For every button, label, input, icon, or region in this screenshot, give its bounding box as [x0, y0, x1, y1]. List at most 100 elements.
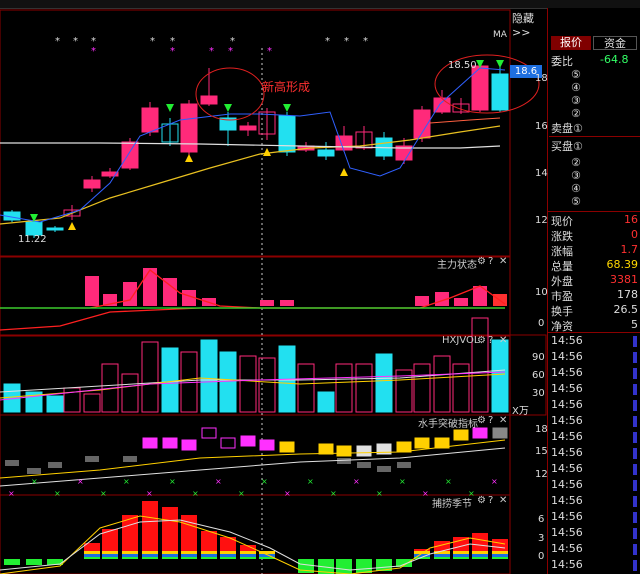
- star-marker-1: *: [73, 36, 78, 47]
- panel1-help-icon[interactable]: ?: [488, 256, 493, 267]
- panel1-close-icon[interactable]: ✕: [499, 256, 507, 267]
- panel3-help-icon[interactable]: ?: [488, 415, 493, 426]
- hxjvol-ytick-3: 30: [532, 388, 545, 399]
- quote-value-5: 178: [617, 288, 638, 301]
- timeline-bar-8: [633, 464, 637, 475]
- zhuli-low-line: [0, 307, 505, 331]
- quote-label-5: 市盈: [551, 290, 573, 303]
- tab-funds[interactable]: 资金: [593, 36, 637, 50]
- main-ytick-2: 16: [535, 121, 548, 132]
- jiji-stripe-g-3: [84, 557, 100, 559]
- panel3-settings-icon[interactable]: ⚙: [477, 415, 486, 426]
- tupo-box-0: [142, 437, 158, 449]
- jiji-stripe-y-22: [472, 551, 488, 554]
- vol-bar-21: [413, 363, 431, 413]
- timeline-bar-2: [633, 368, 637, 379]
- tupo-cross-17: ×: [399, 477, 406, 486]
- tupo-grey-1: [27, 468, 41, 474]
- panel4-close-icon[interactable]: ✕: [499, 495, 507, 506]
- timeline-time-5: 14:56: [551, 414, 583, 427]
- panel2-settings-icon[interactable]: ⚙: [477, 335, 486, 346]
- main-ytick-3: 14: [535, 168, 548, 179]
- panel2-close-icon[interactable]: ✕: [499, 335, 507, 346]
- zhuli-ytick-2: 0: [538, 318, 545, 329]
- vol-bar-2: [46, 395, 64, 413]
- jiji-stripe-b-23: [492, 554, 508, 557]
- timeline-bar-0: [633, 336, 637, 347]
- panel4-settings-icon[interactable]: ⚙: [477, 495, 486, 506]
- zhuli-ytick-1: 10: [535, 287, 548, 298]
- panel4-help-icon[interactable]: ?: [488, 495, 493, 506]
- timeline-bar-6: [633, 432, 637, 443]
- jiji-ytick-3: 0: [538, 551, 545, 562]
- tupo-grey-2: [48, 462, 62, 468]
- timeline-time-12: 14:56: [551, 526, 583, 539]
- weibi-label: 委比: [551, 55, 573, 68]
- vol-bar-12: [239, 355, 257, 413]
- jiji-stripe-y-7: [162, 551, 178, 554]
- jiji-stripe-y-23: [492, 551, 508, 554]
- timeline-time-13: 14:56: [551, 542, 583, 555]
- jiji-stripe-g-23: [492, 557, 508, 559]
- tupo-box-17: [492, 427, 508, 439]
- jiji-stripe-b-20: [434, 554, 450, 557]
- quote-value-3: 68.39: [606, 258, 639, 271]
- quote-label-0: 现价: [551, 215, 573, 228]
- jiji-bar-1: [26, 559, 42, 565]
- highlight-circle-1: [195, 67, 265, 121]
- jiji-stripe-g-7: [162, 557, 178, 559]
- timeline-time-8: 14:56: [551, 462, 583, 475]
- timeline-time-11: 14:56: [551, 510, 583, 523]
- vol-bar-17: [335, 363, 353, 413]
- vol-bar-15: [297, 363, 315, 413]
- price-low-label: 11.22: [18, 234, 47, 245]
- panel-title-hxjvol: HXJVOL: [442, 335, 480, 346]
- jiji-stripe-b-5: [122, 554, 138, 557]
- timeline-bar-9: [633, 480, 637, 491]
- timeline-bar-5: [633, 416, 637, 427]
- candle-body-6: [121, 141, 139, 169]
- jiji-stripe-g-21: [453, 557, 469, 559]
- tupo-cross-18: ×: [422, 489, 429, 498]
- tupo-cross-10: ×: [238, 489, 245, 498]
- green-arrow-3: [283, 104, 291, 112]
- yellow-arrow-2: [263, 148, 271, 156]
- jiji-stripe-b-9: [201, 554, 217, 557]
- buy-level-5: ⑤: [571, 195, 581, 208]
- tupo-box-8: [318, 443, 334, 455]
- timeline-bar-14: [633, 560, 637, 571]
- tupo-box-7: [279, 441, 295, 453]
- timeline-bar-10: [633, 496, 637, 507]
- tupo-cross-16: ×: [376, 489, 383, 498]
- tupo-cross-7: ×: [169, 477, 176, 486]
- tab-quote[interactable]: 报价: [551, 36, 591, 50]
- timeline-time-9: 14:56: [551, 478, 583, 491]
- quote-value-0: 16: [624, 213, 638, 226]
- jiji-stripe-b-21: [453, 554, 469, 557]
- vol-bar-8: [161, 347, 179, 413]
- candle-body-4: [83, 179, 101, 189]
- panel1-settings-icon[interactable]: ⚙: [477, 256, 486, 267]
- star-marker-8: *: [363, 36, 368, 47]
- sell-level-4: ②: [571, 107, 581, 120]
- quote-label-6: 换手: [551, 305, 573, 318]
- jiji-stripe-b-10: [220, 554, 236, 557]
- jiji-stripe-y-6: [142, 551, 158, 554]
- tupo-grey-7: [377, 466, 391, 472]
- tupo-cross-8: ×: [192, 489, 199, 498]
- main-ytick-4: 12: [535, 215, 548, 226]
- price-high-label: 18.50: [448, 60, 477, 71]
- hxjvol-ytick-2: 60: [532, 370, 545, 381]
- vol-ma-yellow: [0, 373, 506, 399]
- sell-level-2: ④: [571, 81, 581, 94]
- buy-level-4: ④: [571, 182, 581, 195]
- jiji-stripe-g-4: [102, 557, 118, 559]
- panel2-help-icon[interactable]: ?: [488, 335, 493, 346]
- panel3-close-icon[interactable]: ✕: [499, 415, 507, 426]
- vol-bar-13: [258, 357, 276, 413]
- jiji-stripe-y-3: [84, 551, 100, 554]
- zhuli-bar-8: [280, 300, 294, 306]
- tupo-cross-2: ×: [54, 489, 61, 498]
- green-arrow-5: [496, 60, 504, 68]
- tupo-grey-5: [337, 458, 351, 464]
